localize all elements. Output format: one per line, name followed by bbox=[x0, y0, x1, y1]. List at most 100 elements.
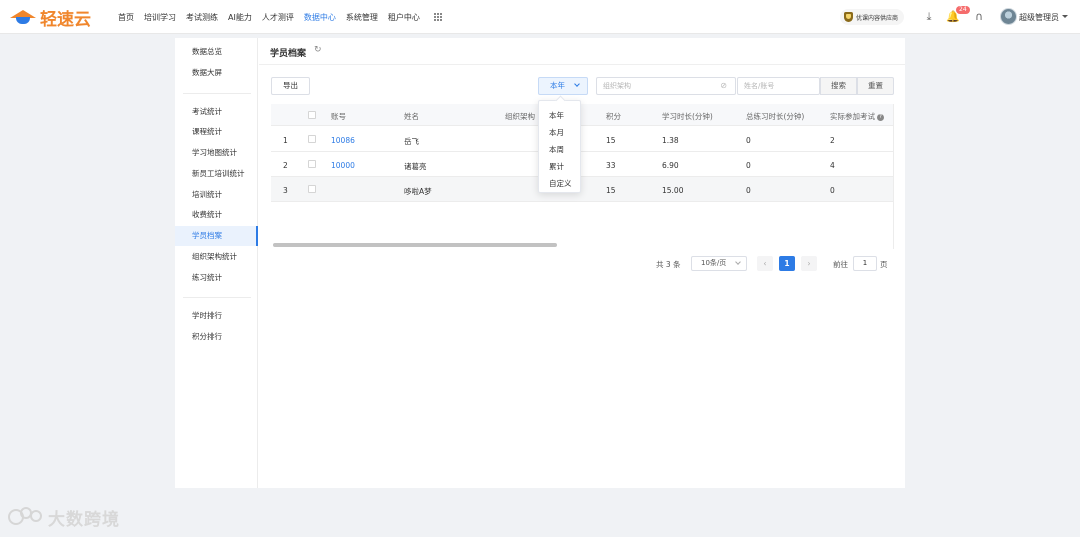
sidebar-item-points-ranking[interactable]: 积分排行 bbox=[175, 327, 258, 347]
row-exams-taken: 0 bbox=[830, 186, 835, 195]
nav-item-system[interactable]: 系统管理 bbox=[346, 12, 378, 23]
column-header-points: 积分 bbox=[606, 112, 621, 121]
sidebar-item-hours-ranking[interactable]: 学时排行 bbox=[175, 306, 258, 326]
horizontal-scrollbar[interactable] bbox=[271, 242, 893, 248]
user-name[interactable]: 超级管理员 bbox=[1019, 12, 1059, 23]
row-exams-taken: 2 bbox=[830, 136, 835, 145]
main-nav: 首页 培训学习 考试测练 AI能力 人才测评 数据中心 系统管理 租户中心 bbox=[118, 0, 442, 34]
row-checkbox[interactable] bbox=[308, 185, 316, 193]
nav-item-training[interactable]: 培训学习 bbox=[144, 12, 176, 23]
chevron-down-icon[interactable] bbox=[1062, 15, 1068, 18]
nav-item-exams[interactable]: 考试测练 bbox=[186, 12, 218, 23]
headset-icon[interactable]: ∩ bbox=[972, 10, 986, 24]
student-records-table: 账号 姓名 组织架构 积分 学习时长(分钟) 总练习时长(分钟) 实际参加考试?… bbox=[271, 104, 894, 249]
download-icon[interactable]: ⤓ bbox=[922, 10, 936, 24]
sidebar-item-big-screen[interactable]: 数据大屏 bbox=[175, 63, 258, 83]
export-button[interactable]: 导出 bbox=[271, 77, 310, 95]
watermark-text: 大数跨境 bbox=[48, 509, 120, 530]
page-size-select[interactable]: 10条/页 bbox=[691, 256, 747, 271]
row-practice-minutes: 0 bbox=[746, 136, 751, 145]
row-practice-minutes: 0 bbox=[746, 186, 751, 195]
table-row: 2 10000 诸葛亮 33 6.90 0 4 bbox=[271, 152, 893, 177]
apps-icon[interactable] bbox=[433, 13, 442, 21]
sidebar-item-practice-stats[interactable]: 练习统计 bbox=[175, 268, 258, 288]
page-title: 学员档案 bbox=[270, 49, 307, 59]
table-header: 账号 姓名 组织架构 积分 学习时长(分钟) 总练习时长(分钟) 实际参加考试? bbox=[271, 104, 893, 126]
column-header-org: 组织架构 bbox=[505, 112, 535, 121]
sidebar-item-course-stats[interactable]: 课程统计 bbox=[175, 122, 258, 142]
period-option-week[interactable]: 本周 bbox=[539, 141, 582, 158]
row-points: 15 bbox=[606, 186, 616, 195]
row-index: 2 bbox=[283, 161, 288, 170]
nav-item-ai[interactable]: AI能力 bbox=[228, 12, 252, 23]
row-practice-minutes: 0 bbox=[746, 161, 751, 170]
nav-item-tenant[interactable]: 租户中心 bbox=[388, 12, 420, 23]
period-select-value: 本年 bbox=[550, 81, 565, 90]
sidebar-item-exam-stats[interactable]: 考试统计 bbox=[175, 102, 258, 122]
row-checkbox[interactable] bbox=[308, 135, 316, 143]
chevron-down-icon bbox=[735, 259, 741, 265]
page-number-current[interactable]: 1 bbox=[779, 256, 795, 271]
row-account-link[interactable]: 10000 bbox=[331, 161, 355, 170]
column-header-exams-label: 实际参加考试 bbox=[830, 112, 875, 121]
column-header-exams-taken: 实际参加考试? bbox=[830, 111, 884, 122]
row-exams-taken: 4 bbox=[830, 161, 835, 170]
org-filter-placeholder: 组织架构 bbox=[603, 82, 631, 90]
content-area: 学员档案 ↻ 导出 本年 组织架构 ⊘ 姓名/账号 搜索 重置 账号 姓名 组织… bbox=[259, 38, 905, 488]
row-study-minutes: 1.38 bbox=[662, 136, 679, 145]
watermark: 大数跨境 bbox=[8, 505, 120, 530]
period-option-year[interactable]: 本年 bbox=[539, 107, 582, 124]
row-account-link[interactable]: 10086 bbox=[331, 136, 355, 145]
period-option-custom[interactable]: 自定义 bbox=[539, 175, 582, 192]
help-icon[interactable]: ? bbox=[877, 113, 884, 121]
prev-page-button[interactable]: ‹ bbox=[757, 256, 773, 271]
row-study-minutes: 6.90 bbox=[662, 161, 679, 170]
sidebar: 数据总览 数据大屏 考试统计 课程统计 学习地图统计 新员工培训统计 培训统计 … bbox=[175, 38, 258, 488]
search-button[interactable]: 搜索 bbox=[820, 77, 857, 95]
divider bbox=[259, 64, 905, 65]
column-header-account: 账号 bbox=[331, 112, 346, 121]
row-points: 33 bbox=[606, 161, 616, 170]
period-option-month[interactable]: 本月 bbox=[539, 124, 582, 141]
sidebar-item-training-stats[interactable]: 培训统计 bbox=[175, 185, 258, 205]
row-name: 哆啦A梦 bbox=[404, 187, 432, 196]
brand-logo[interactable]: 轻速云 bbox=[10, 6, 91, 30]
shield-icon bbox=[844, 12, 853, 22]
sidebar-item-learning-map-stats[interactable]: 学习地图统计 bbox=[175, 143, 258, 163]
name-search-input[interactable]: 姓名/账号 bbox=[737, 77, 820, 95]
sidebar-divider bbox=[183, 93, 251, 94]
promo-label: 优课内容供应商 bbox=[856, 14, 899, 22]
watermark-logo-icon bbox=[8, 507, 44, 527]
row-checkbox[interactable] bbox=[308, 160, 316, 168]
period-option-cumulative[interactable]: 累计 bbox=[539, 158, 582, 175]
sidebar-item-overview[interactable]: 数据总览 bbox=[175, 42, 258, 62]
sidebar-item-org-stats[interactable]: 组织架构统计 bbox=[175, 247, 258, 267]
scrollbar-thumb[interactable] bbox=[273, 243, 557, 247]
refresh-icon[interactable]: ↻ bbox=[314, 46, 323, 55]
next-page-button[interactable]: › bbox=[801, 256, 817, 271]
avatar[interactable] bbox=[1000, 8, 1017, 25]
nav-item-data-center[interactable]: 数据中心 bbox=[304, 12, 336, 23]
sidebar-item-student-records[interactable]: 学员档案 bbox=[175, 226, 258, 246]
goto-page-input[interactable]: 1 bbox=[853, 256, 877, 271]
promo-badge[interactable]: 优课内容供应商 bbox=[840, 9, 905, 25]
reset-button[interactable]: 重置 bbox=[857, 77, 894, 95]
select-all-checkbox[interactable] bbox=[308, 111, 316, 119]
column-header-name: 姓名 bbox=[404, 112, 419, 121]
name-search-placeholder: 姓名/账号 bbox=[744, 82, 775, 90]
goto-label: 前往 bbox=[833, 260, 848, 269]
row-index: 3 bbox=[283, 186, 288, 195]
period-select[interactable]: 本年 bbox=[538, 77, 588, 95]
nav-item-home[interactable]: 首页 bbox=[118, 12, 134, 23]
brand-name: 轻速云 bbox=[40, 9, 91, 30]
org-filter-input[interactable]: 组织架构 ⊘ bbox=[596, 77, 736, 95]
nav-item-assessment[interactable]: 人才测评 bbox=[262, 12, 294, 23]
pagination-total: 共 3 条 bbox=[656, 260, 681, 269]
clear-icon[interactable]: ⊘ bbox=[720, 78, 727, 94]
row-points: 15 bbox=[606, 136, 616, 145]
sidebar-item-new-employee-stats[interactable]: 新员工培训统计 bbox=[175, 164, 258, 184]
period-dropdown-menu: 本年 本月 本周 累计 自定义 bbox=[538, 100, 581, 193]
row-name: 岳飞 bbox=[404, 137, 419, 146]
sidebar-item-fee-stats[interactable]: 收费统计 bbox=[175, 205, 258, 225]
main-panel: 数据总览 数据大屏 考试统计 课程统计 学习地图统计 新员工培训统计 培训统计 … bbox=[175, 38, 905, 488]
